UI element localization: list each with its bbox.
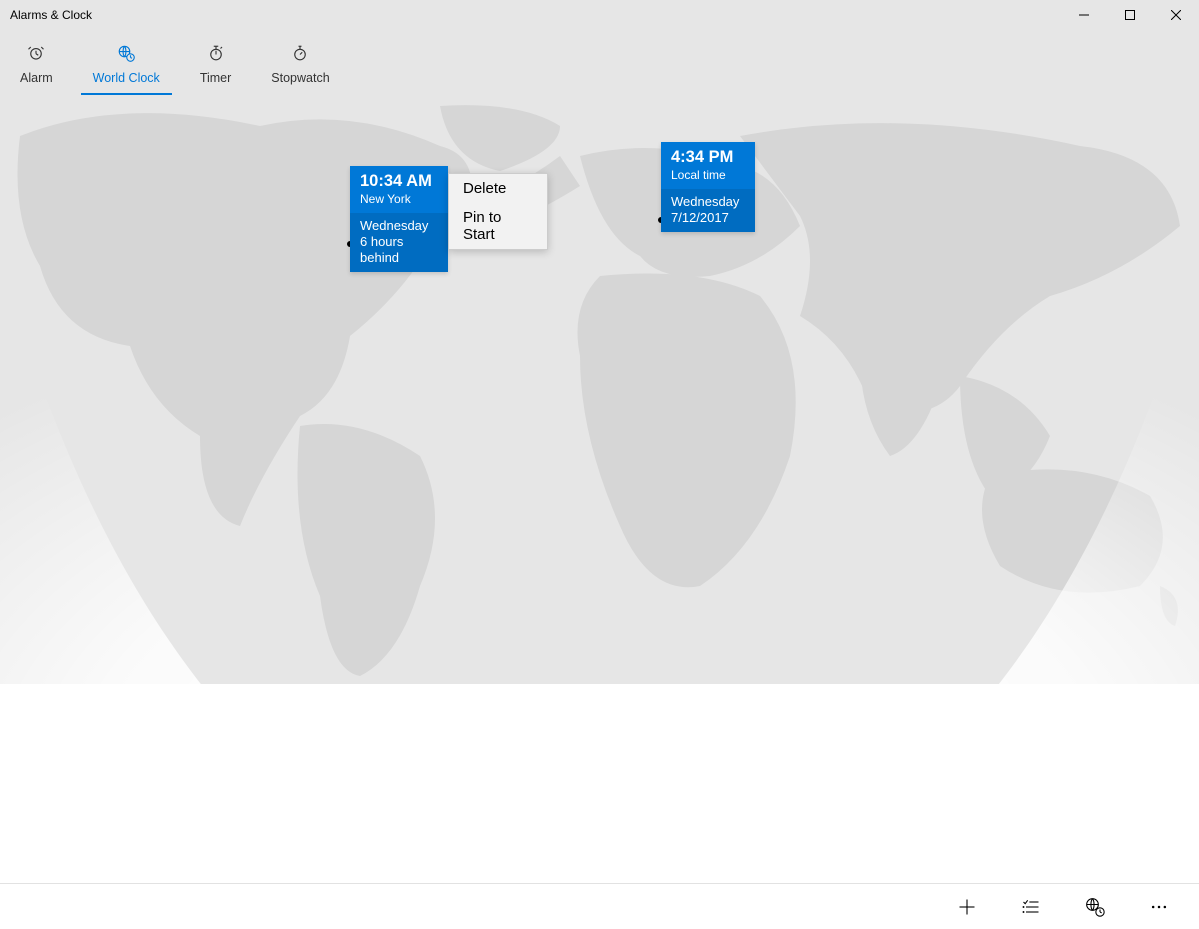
clock-time: 4:34 PM xyxy=(671,147,745,168)
add-clock-button[interactable] xyxy=(935,884,999,929)
tab-world-clock[interactable]: World Clock xyxy=(73,29,180,95)
clock-location: New York xyxy=(360,192,438,207)
context-menu: Delete Pin to Start xyxy=(448,173,548,250)
minimize-button[interactable] xyxy=(1061,0,1107,30)
tab-label: Stopwatch xyxy=(271,71,329,85)
convert-time-button[interactable] xyxy=(1063,884,1127,929)
tab-label: Timer xyxy=(200,71,231,85)
clock-location: Local time xyxy=(671,168,745,183)
alarm-icon xyxy=(27,44,45,65)
clock-card-local[interactable]: 4:34 PM Local time Wednesday 7/12/2017 xyxy=(661,142,755,232)
clock-day: Wednesday xyxy=(360,218,438,234)
minimize-icon xyxy=(1079,10,1089,20)
more-icon xyxy=(1149,897,1169,917)
command-bar xyxy=(0,883,1199,929)
map-bottom-fade xyxy=(0,684,1199,883)
context-menu-delete[interactable]: Delete xyxy=(449,174,547,203)
maximize-icon xyxy=(1125,10,1135,20)
timer-icon xyxy=(207,44,225,65)
globe-clock-icon xyxy=(1085,897,1105,917)
tab-alarm[interactable]: Alarm xyxy=(0,29,73,95)
clock-date: 7/12/2017 xyxy=(671,210,745,226)
window-title: Alarms & Clock xyxy=(0,8,92,22)
tab-label: World Clock xyxy=(93,71,160,85)
tab-bar: Alarm World Clock Timer Stopwatch xyxy=(0,30,1199,96)
close-icon xyxy=(1171,10,1181,20)
maximize-button[interactable] xyxy=(1107,0,1153,30)
checklist-icon xyxy=(1021,897,1041,917)
title-bar: Alarms & Clock xyxy=(0,0,1199,30)
tab-label: Alarm xyxy=(20,71,53,85)
tab-stopwatch[interactable]: Stopwatch xyxy=(251,29,349,95)
globe-clock-icon xyxy=(117,44,135,65)
more-button[interactable] xyxy=(1127,884,1191,929)
world-map-area[interactable]: 10:34 AM New York Wednesday 6 hours behi… xyxy=(0,96,1199,883)
plus-icon xyxy=(957,897,977,917)
world-map xyxy=(0,96,1199,696)
clock-card-new-york[interactable]: 10:34 AM New York Wednesday 6 hours behi… xyxy=(350,166,448,272)
tab-timer[interactable]: Timer xyxy=(180,29,251,95)
clock-day: Wednesday xyxy=(671,194,745,210)
context-menu-pin-to-start[interactable]: Pin to Start xyxy=(449,203,547,249)
close-button[interactable] xyxy=(1153,0,1199,30)
clock-time: 10:34 AM xyxy=(360,171,438,192)
stopwatch-icon xyxy=(291,44,309,65)
clock-offset: 6 hours behind xyxy=(360,234,438,267)
select-clocks-button[interactable] xyxy=(999,884,1063,929)
